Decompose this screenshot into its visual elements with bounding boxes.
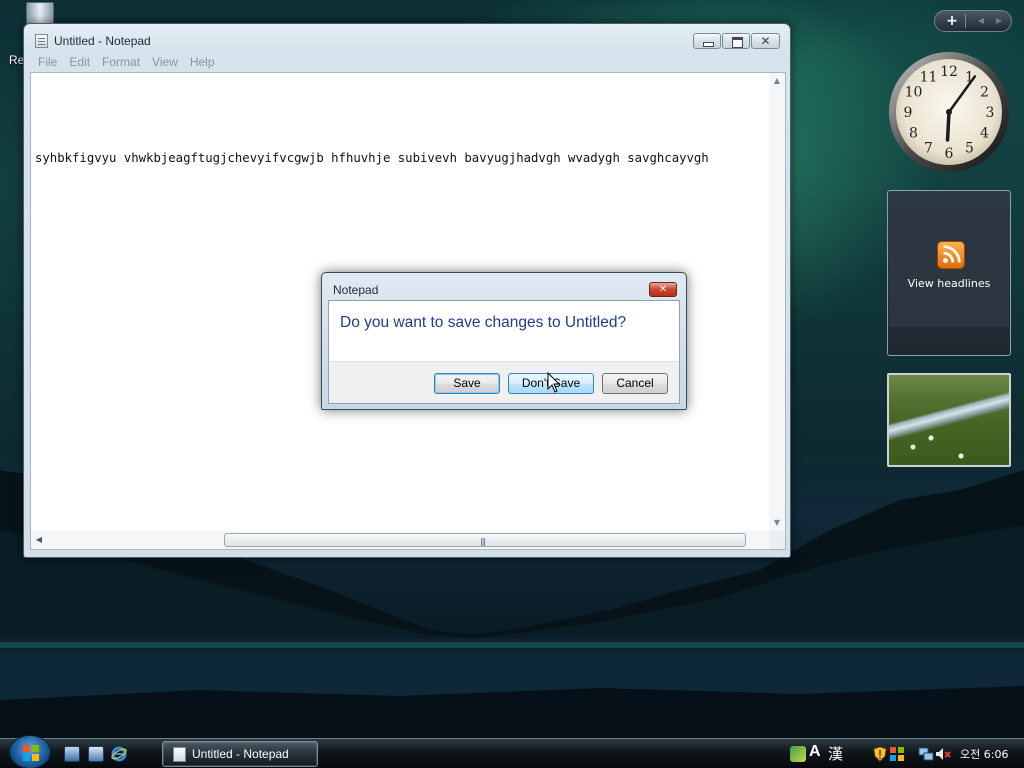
menu-format[interactable]: Format	[96, 54, 146, 70]
language-bar-icon[interactable]	[790, 746, 806, 762]
security-shield-icon[interactable]	[872, 746, 888, 762]
windows-logo-icon	[23, 745, 39, 761]
clock-center	[946, 109, 952, 115]
save-changes-dialog: Notepad ✕ Do you want to save changes to…	[321, 272, 687, 410]
menu-edit[interactable]: Edit	[63, 54, 96, 70]
menu-bar: File Edit Format View Help	[30, 54, 786, 72]
action-center-icon[interactable]	[889, 746, 905, 762]
scroll-up-icon[interactable]: ▲	[769, 73, 785, 89]
feed-headlines-gadget[interactable]: View headlines	[887, 190, 1011, 356]
clock-numeral: 6	[945, 146, 954, 162]
taskbar: Untitled - Notepad A 漢 오전 6:06	[0, 735, 1024, 768]
close-icon: ✕	[760, 34, 771, 48]
close-button[interactable]: ✕	[751, 33, 780, 49]
window-title: Untitled - Notepad	[54, 34, 151, 48]
notepad-app-icon[interactable]	[35, 34, 48, 48]
mouse-cursor-icon	[547, 372, 561, 393]
volume-muted-icon[interactable]	[935, 746, 951, 762]
clock-hour-hand	[945, 110, 951, 142]
clock-numeral: 3	[986, 105, 995, 121]
clock-numeral: 10	[905, 85, 923, 101]
rss-icon	[937, 241, 965, 269]
clock-numeral: 4	[980, 126, 989, 142]
vertical-scrollbar[interactable]: ▲ ▼	[769, 73, 785, 531]
clock-numeral: 9	[904, 105, 913, 121]
grip-icon: |||	[480, 537, 486, 546]
menu-file[interactable]: File	[30, 54, 63, 70]
divider	[965, 14, 966, 28]
clock-numeral: 11	[920, 69, 938, 85]
start-button[interactable]	[9, 735, 51, 768]
maximize-button[interactable]	[722, 33, 750, 49]
notepad-titlebar[interactable]: Untitled - Notepad ✕	[24, 24, 790, 54]
dialog-close-button[interactable]: ✕	[649, 282, 677, 297]
switch-windows-icon[interactable]	[88, 746, 104, 762]
next-page-button[interactable]: ▶	[991, 11, 1007, 31]
clock-gadget[interactable]: 12 1234567891011	[887, 50, 1011, 174]
horizontal-scroll-thumb[interactable]: |||	[224, 533, 746, 547]
system-tray: A 漢 오전 6:06	[786, 739, 1024, 768]
menu-help[interactable]: Help	[184, 54, 221, 70]
taskbar-item-label: Untitled - Notepad	[192, 747, 289, 761]
save-button[interactable]: Save	[434, 373, 500, 394]
previous-page-button[interactable]: ◀	[973, 11, 989, 31]
maximize-icon	[723, 34, 749, 48]
view-headlines-label[interactable]: View headlines	[889, 277, 1009, 290]
horizontal-scrollbar[interactable]: ◀ ||| ▶	[31, 531, 780, 549]
clock-numeral: 7	[924, 141, 933, 157]
feed-panel: View headlines	[889, 207, 1009, 327]
rss-glyph	[943, 245, 961, 263]
minimize-button[interactable]	[693, 33, 721, 49]
scroll-left-icon[interactable]: ◀	[31, 531, 47, 549]
dialog-body: Do you want to save changes to Untitled?…	[328, 300, 680, 404]
clock-numeral: 2	[980, 85, 989, 101]
menu-view[interactable]: View	[146, 54, 184, 70]
sidebar-controls: + ◀ ▶	[934, 10, 1012, 32]
ime-mode-icon[interactable]: A	[809, 743, 827, 763]
dialog-message: Do you want to save changes to Untitled?	[340, 314, 627, 331]
internet-explorer-icon[interactable]	[111, 746, 127, 762]
network-icon[interactable]	[918, 746, 934, 762]
minimize-icon	[694, 34, 720, 48]
slideshow-gadget[interactable]	[887, 373, 1011, 467]
cancel-button[interactable]: Cancel	[602, 373, 668, 394]
add-gadget-button[interactable]: +	[943, 11, 961, 31]
scroll-down-icon[interactable]: ▼	[769, 515, 785, 531]
size-box	[769, 531, 785, 549]
hanja-icon[interactable]: 漢	[828, 743, 846, 763]
clock-numeral: 5	[965, 141, 974, 157]
clock-numeral: 12	[940, 64, 958, 80]
taskbar-item-notepad[interactable]: Untitled - Notepad	[162, 741, 318, 767]
dialog-button-bar: Save Don't Save Cancel	[329, 361, 679, 403]
document-text[interactable]: syhbkfigvyu vhwkbjeagftugjchevyifvcgwjb …	[35, 151, 709, 165]
show-desktop-icon[interactable]	[64, 746, 80, 762]
system-clock[interactable]: 오전 6:06	[960, 746, 1008, 762]
dialog-title: Notepad	[333, 283, 379, 297]
notepad-icon	[173, 747, 186, 762]
clock-numeral: 8	[909, 126, 918, 142]
